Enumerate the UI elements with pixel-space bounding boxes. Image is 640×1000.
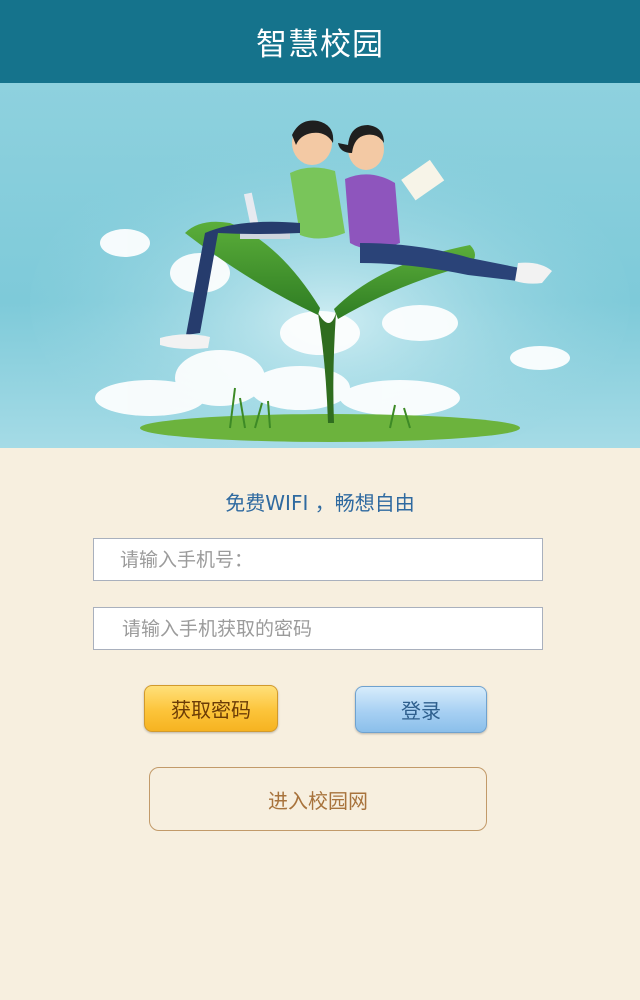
enter-campus-button[interactable]: 进入校园网 xyxy=(149,767,487,831)
phone-input-field[interactable] xyxy=(93,538,543,581)
page-title: 智慧校园 xyxy=(256,27,384,63)
phone-input[interactable] xyxy=(94,539,542,580)
slogan-text: 免费WIFI ，畅想自由 xyxy=(225,491,415,515)
password-input-field[interactable] xyxy=(93,607,543,650)
password-input[interactable] xyxy=(94,608,542,649)
login-button[interactable]: 登录 xyxy=(355,686,487,733)
banner-image xyxy=(0,83,640,448)
app-header: 智慧校园 xyxy=(0,0,640,83)
students-on-leaf-illustration xyxy=(0,83,640,448)
get-code-button[interactable]: 获取密码 xyxy=(144,685,278,732)
